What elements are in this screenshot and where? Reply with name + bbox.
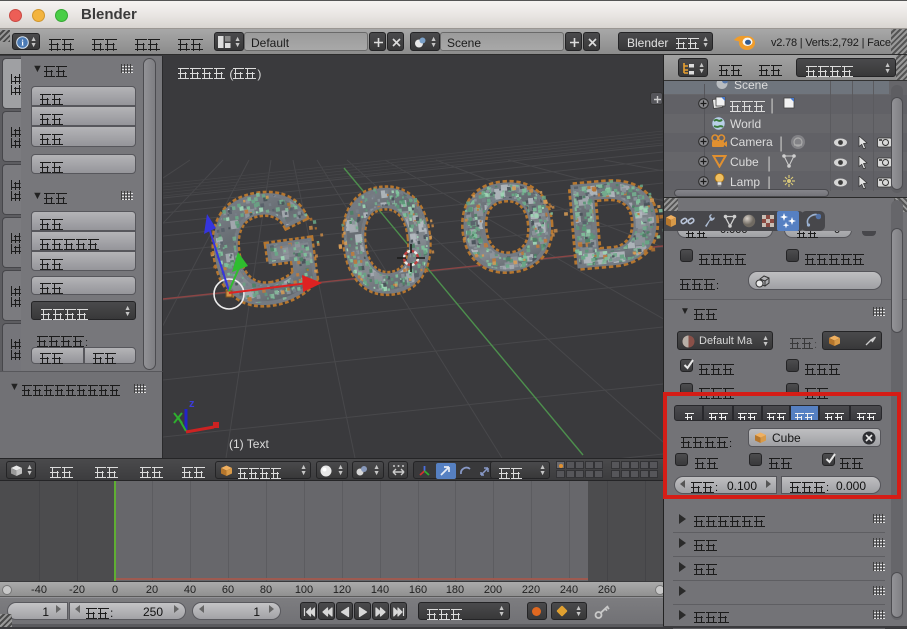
svg-text:z: z <box>189 398 195 410</box>
